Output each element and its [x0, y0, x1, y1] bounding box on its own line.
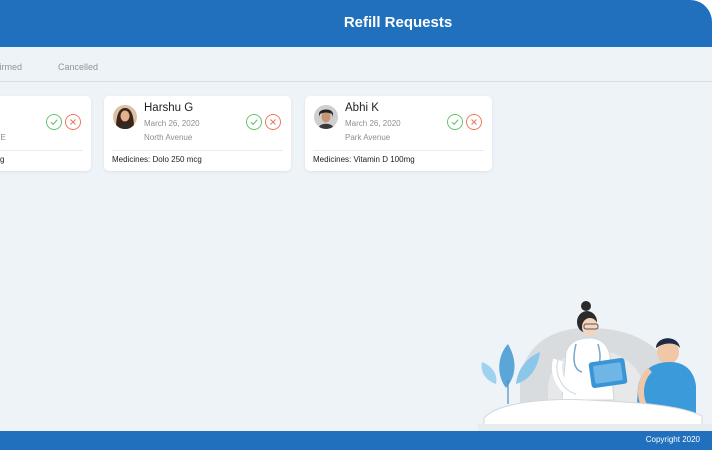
card-medicines: Medicines: Dolo 250 mcg	[112, 155, 202, 164]
approve-button[interactable]	[46, 114, 62, 130]
card-medicines: Medicines: Vitamin D 100mg	[313, 155, 415, 164]
request-date: March 26, 2020	[144, 119, 200, 128]
tab-bar: firmed Cancelled	[0, 48, 712, 82]
approve-button[interactable]	[447, 114, 463, 130]
request-date: March 26, 2020	[345, 119, 401, 128]
check-icon	[50, 119, 58, 126]
card-area: North Avenue	[144, 133, 193, 142]
copyright-text: Copyright 2020	[645, 435, 700, 444]
tab-confirmed[interactable]: firmed	[0, 62, 22, 72]
card-medicines: g	[0, 155, 5, 164]
patient-name: Harshu G	[144, 102, 194, 114]
footer: Copyright 2020	[0, 431, 712, 450]
check-icon	[451, 119, 459, 126]
avatar	[113, 105, 137, 129]
reject-button[interactable]	[65, 114, 81, 130]
approve-button[interactable]	[246, 114, 262, 130]
card-area: Park Avenue	[345, 133, 391, 142]
avatar	[314, 105, 338, 129]
card-divider	[313, 150, 484, 151]
close-icon	[270, 119, 276, 125]
tab-cancelled[interactable]: Cancelled	[58, 62, 98, 72]
refill-card[interactable]: t E g	[0, 96, 91, 171]
patient-name: Abhi K	[345, 102, 379, 114]
reject-button[interactable]	[265, 114, 281, 130]
doctor-patient-illustration	[478, 300, 712, 433]
close-icon	[471, 119, 477, 125]
reject-button[interactable]	[466, 114, 482, 130]
card-divider	[112, 150, 283, 151]
page-title: Refill Requests	[343, 14, 453, 31]
refill-card[interactable]: Abhi K March 26, 2020 Park Avenue Medici…	[305, 96, 492, 171]
card-area: t E	[0, 133, 6, 142]
header: Refill Requests	[0, 0, 712, 47]
app-window: Refill Requests firmed Cancelled t E g H…	[0, 0, 712, 450]
close-icon	[70, 119, 76, 125]
check-icon	[250, 119, 258, 126]
card-divider	[0, 150, 83, 151]
refill-card[interactable]: Harshu G March 26, 2020 North Avenue Med…	[104, 96, 291, 171]
